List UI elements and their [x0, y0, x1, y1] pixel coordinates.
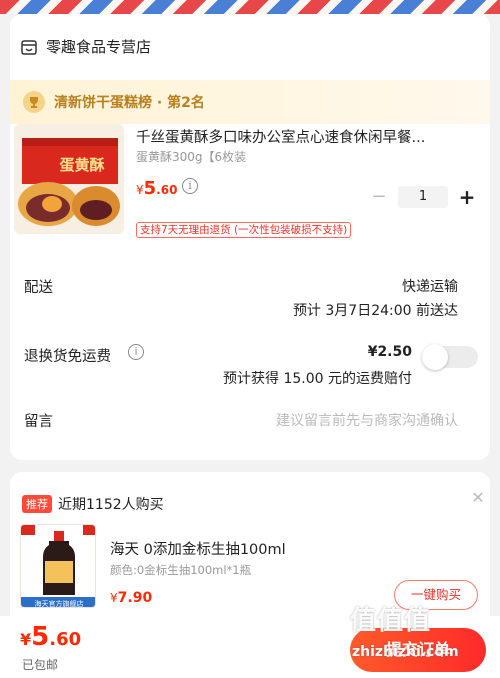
delivery-label: 配送	[24, 280, 53, 296]
return-shipping-label: 退换货免运费	[24, 349, 111, 365]
product-price: ¥5.60	[136, 178, 178, 199]
increase-button[interactable]: +	[456, 186, 478, 208]
store-name: 零趣食品专营店	[46, 38, 152, 56]
return-shipping-price: ¥2.50	[367, 344, 412, 360]
product-title[interactable]: 千丝蛋黄酥多口味办公室点心速食休闲早餐...	[136, 126, 466, 147]
recommend-price: ¥7.90	[110, 590, 153, 606]
product-image[interactable]: 蛋黄酥	[14, 124, 124, 234]
submit-order-button[interactable]: 提交订单	[350, 628, 486, 672]
one-click-buy-button[interactable]: 一键购买	[394, 580, 478, 610]
product-spec[interactable]: 蛋黄酥300g【6枚装	[136, 148, 246, 165]
airmail-border	[0, 0, 500, 14]
return-shipping-compensation: 预计获得 15.00 元的运费赔付	[223, 371, 412, 387]
return-policy-tag: 支持7天无理由退货 (一次性包装破损不支持)	[136, 222, 352, 238]
recommend-headline: 近期1152人购买	[58, 497, 164, 513]
rank-text: 清新饼干蛋糕榜 · 第2名	[54, 95, 205, 111]
recommend-image[interactable]: 海天官方旗舰店	[20, 524, 96, 608]
recommend-badge: 推荐	[22, 495, 52, 513]
delivery-method[interactable]: 快递运输	[402, 276, 458, 296]
toggle-knob	[422, 344, 448, 370]
help-icon[interactable]: i	[128, 344, 144, 360]
rank-banner[interactable]: 清新饼干蛋糕榜 · 第2名	[10, 80, 490, 124]
recommend-header: 推荐 近期1152人购买	[22, 494, 164, 514]
recommend-spec: 颜色:0金标生抽100ml*1瓶	[110, 563, 252, 577]
quantity-stepper: − 1 +	[368, 186, 478, 208]
recommend-title[interactable]: 海天 0添加金标生抽100ml	[110, 538, 286, 559]
shipping-free-label: 已包邮	[22, 658, 59, 672]
store-icon	[21, 39, 37, 55]
return-shipping-toggle[interactable]	[422, 344, 478, 370]
close-icon[interactable]: ✕	[466, 486, 490, 510]
delivery-eta: 预计 3月7日24:00 前送达	[292, 303, 458, 319]
quantity-input[interactable]: 1	[398, 186, 448, 208]
box-label: 蛋黄酥	[59, 156, 104, 174]
trophy-icon	[23, 91, 45, 113]
total-price: ¥5.60	[20, 622, 82, 652]
store-header[interactable]: 零趣食品专营店	[20, 36, 151, 57]
note-label: 留言	[24, 414, 53, 430]
info-icon[interactable]: i	[182, 178, 198, 194]
decrease-button[interactable]: −	[368, 186, 390, 208]
bottom-bar: ¥5.60 已包邮 提交订单	[0, 616, 500, 678]
note-input[interactable]: 建议留言前先与商家沟通确认	[276, 410, 458, 430]
store-tag: 海天官方旗舰店	[35, 599, 84, 608]
